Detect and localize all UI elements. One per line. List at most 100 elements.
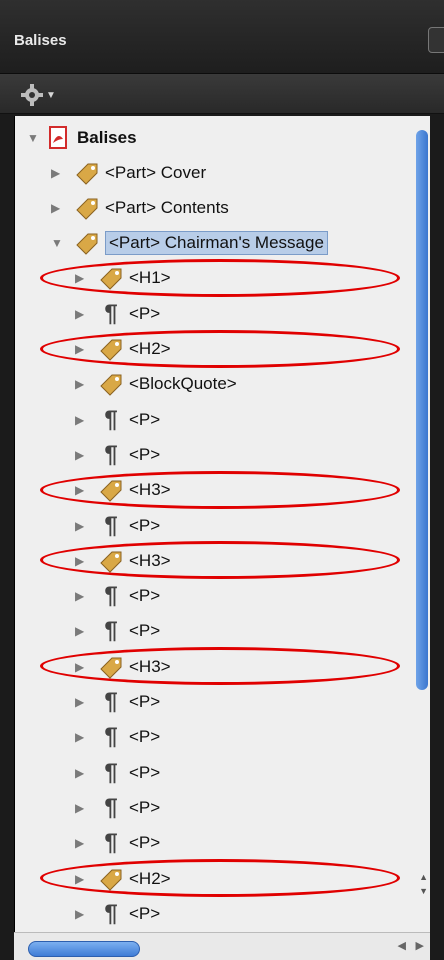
expand-arrow-icon[interactable]: ▶ [75, 483, 89, 497]
tree-row-label: <Part> Contents [105, 197, 229, 217]
collapse-arrow-icon[interactable]: ▼ [51, 236, 65, 250]
tag-icon [76, 163, 98, 185]
tree-row-label: <P> [129, 833, 161, 853]
paragraph-icon: ¶ [104, 793, 118, 821]
tree-row[interactable]: ▶ ¶ <P> [75, 685, 160, 720]
expand-arrow-icon[interactable]: ▶ [75, 519, 89, 533]
panel-menu-button[interactable] [428, 27, 444, 53]
tree-row-label: <H2> [129, 868, 171, 888]
expand-arrow-icon[interactable]: ▼ [27, 131, 41, 145]
tree-row-label: <H2> [129, 339, 171, 358]
tree-row-label: <Part> Cover [105, 162, 207, 182]
tag-icon [76, 233, 98, 255]
tree-row-label: <P> [129, 303, 161, 323]
options-toolbar: ▼ [0, 74, 444, 114]
panel-title: Balises [14, 32, 67, 49]
vertical-scroll-thumb[interactable] [416, 130, 428, 690]
paragraph-icon: ¶ [104, 405, 118, 433]
tree-row-label: <H3> [129, 480, 171, 500]
tree-row-label: <P> [129, 797, 161, 817]
tree-row[interactable]: ▶ ¶ <P> [75, 896, 160, 931]
expand-arrow-icon[interactable]: ▶ [75, 836, 89, 850]
tree-row-label: <P> [129, 692, 161, 711]
paragraph-icon: ¶ [104, 582, 118, 610]
tree-row-label: <P> [129, 586, 161, 606]
paragraph-icon: ¶ [104, 617, 118, 645]
expand-arrow-icon[interactable]: ▶ [75, 660, 89, 674]
tree-row[interactable]: ▶ <H3> [75, 649, 171, 684]
paragraph-icon: ¶ [104, 688, 118, 715]
tree-row[interactable]: ▶ ¶ <P> [75, 826, 160, 861]
expand-arrow-icon[interactable]: ▶ [75, 730, 89, 744]
tree-row-label: <P> [129, 515, 161, 535]
expand-arrow-icon[interactable]: ▶ [75, 413, 89, 427]
tree-row[interactable]: ▼ <Part> Chairman's Message [51, 226, 328, 261]
expand-arrow-icon[interactable]: ▶ [75, 342, 89, 356]
tree-row[interactable]: ▶ ¶ <P> [75, 296, 160, 331]
tree-row-label: <BlockQuote> [129, 374, 237, 394]
scroll-right-icon[interactable]: ▶ [416, 939, 424, 952]
paragraph-icon: ¶ [104, 440, 118, 468]
options-menu-button[interactable]: ▼ [20, 83, 56, 107]
tree-row[interactable]: ▶ <BlockQuote> [75, 367, 237, 402]
panel-header: Balises [0, 0, 444, 74]
tree-row[interactable]: ▶ <H1> [75, 261, 171, 296]
vertical-scrollbar[interactable]: ▲ ▼ [414, 122, 430, 902]
tag-icon [100, 869, 122, 891]
horizontal-scroll-thumb[interactable] [28, 941, 140, 957]
scroll-left-icon[interactable]: ◀ [398, 939, 406, 952]
expand-arrow-icon[interactable]: ▶ [75, 554, 89, 568]
tree-row[interactable]: ▶ ¶ <P> [75, 790, 160, 825]
tree-root[interactable]: ▼ Balises [27, 120, 137, 155]
gear-icon [21, 84, 43, 106]
horizontal-scrollbar[interactable]: ◀ ▶ [14, 932, 430, 960]
tree-row-label: <P> [129, 621, 161, 641]
paragraph-icon: ¶ [104, 899, 118, 927]
tag-icon [100, 374, 122, 397]
tree-row[interactable]: ▶ ¶ <P> [75, 579, 160, 614]
pdf-icon [49, 125, 67, 149]
tree-row-label: <P> [129, 727, 161, 747]
expand-arrow-icon[interactable]: ▶ [75, 589, 89, 603]
expand-arrow-icon[interactable]: ▶ [51, 201, 65, 215]
tree-row[interactable]: ▶ ¶ <P> [75, 755, 160, 790]
scroll-up-icon[interactable]: ▲ [419, 872, 428, 882]
scroll-down-icon[interactable]: ▼ [419, 886, 428, 896]
tree-row[interactable]: ▶ <H3> [75, 473, 171, 508]
tree-row-label: <P> [129, 444, 161, 464]
tree-row[interactable]: ▶ ¶ <P> [75, 720, 160, 755]
paragraph-icon: ¶ [104, 299, 118, 327]
tag-icon [76, 198, 98, 220]
tree-row-label: <Part> Chairman's Message [105, 231, 328, 256]
tree-row-label: <P> [129, 409, 161, 429]
expand-arrow-icon[interactable]: ▶ [75, 907, 89, 921]
expand-arrow-icon[interactable]: ▶ [75, 695, 89, 709]
paragraph-icon: ¶ [104, 723, 118, 751]
tree-row-label: <P> [129, 762, 161, 782]
tags-tree: ▼ Balises ▶ <Part> Cover ▶ <Part> Contents ▼… [14, 116, 430, 932]
tree-row[interactable]: ▶ <H2> [75, 861, 171, 896]
tree-row[interactable]: ▶ <H3> [75, 543, 171, 578]
expand-arrow-icon[interactable]: ▶ [75, 307, 89, 321]
paragraph-icon: ¶ [104, 511, 118, 539]
tag-icon [100, 339, 122, 361]
expand-arrow-icon[interactable]: ▶ [75, 766, 89, 780]
tree-row-label: <H3> [129, 550, 171, 570]
tree-row[interactable]: ▶ ¶ <P> [75, 402, 160, 437]
expand-arrow-icon[interactable]: ▶ [75, 624, 89, 638]
paragraph-icon: ¶ [104, 829, 118, 857]
tag-icon [100, 551, 122, 573]
expand-arrow-icon[interactable]: ▶ [75, 872, 89, 886]
expand-arrow-icon[interactable]: ▶ [51, 166, 65, 180]
expand-arrow-icon[interactable]: ▶ [75, 448, 89, 462]
expand-arrow-icon[interactable]: ▶ [75, 271, 89, 285]
tree-row[interactable]: ▶ <H2> [75, 332, 171, 367]
tree-row[interactable]: ▶ <Part> Contents [51, 190, 229, 225]
expand-arrow-icon[interactable]: ▶ [75, 377, 89, 391]
tree-row[interactable]: ▶ ¶ <P> [75, 437, 160, 472]
tree-row[interactable]: ▶ ¶ <P> [75, 508, 160, 543]
tree-row[interactable]: ▶ ¶ <P> [75, 614, 160, 649]
expand-arrow-icon[interactable]: ▶ [75, 801, 89, 815]
tag-icon [100, 268, 122, 291]
tree-row[interactable]: ▶ <Part> Cover [51, 155, 206, 190]
